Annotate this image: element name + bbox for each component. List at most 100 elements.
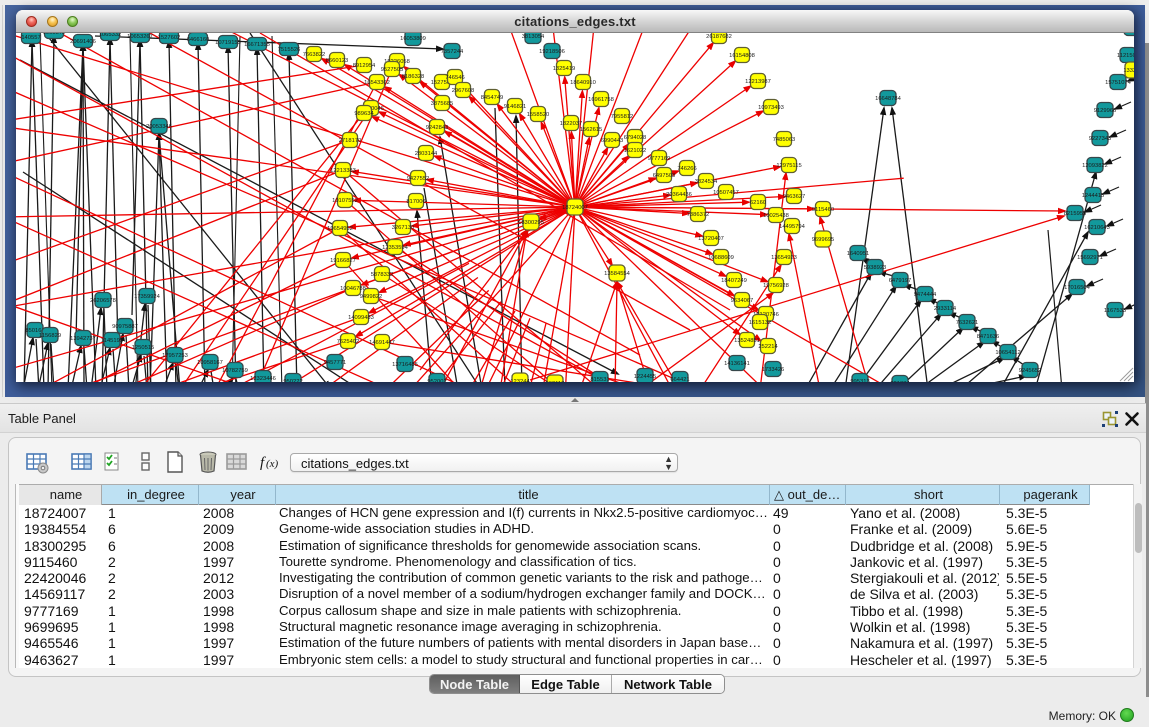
svg-text:10654112: 10654112: [995, 350, 1020, 356]
svg-text:1250515: 1250515: [132, 345, 155, 351]
svg-text:17016504: 17016504: [1064, 285, 1091, 291]
svg-text:12213383: 12213383: [330, 168, 356, 174]
svg-text:9129966: 9129966: [1094, 108, 1117, 114]
svg-text:15692971: 15692971: [1077, 255, 1103, 261]
svg-text:7357244: 7357244: [441, 49, 464, 55]
svg-text:14691447: 14691447: [369, 340, 395, 346]
svg-text:950222: 950222: [283, 379, 302, 382]
svg-text:13654923: 13654923: [771, 255, 797, 261]
svg-text:19654952: 19654952: [327, 226, 353, 232]
svg-text:6479197: 6479197: [889, 278, 912, 284]
svg-text:6990443: 6990443: [601, 138, 624, 144]
svg-text:2967608: 2967608: [452, 88, 475, 94]
svg-text:815531: 815531: [590, 377, 609, 382]
svg-text:10653267: 10653267: [127, 34, 153, 40]
svg-text:1145193: 1145193: [101, 338, 123, 344]
svg-text:1167533: 1167533: [1104, 308, 1126, 314]
svg-text:7485063: 7485063: [773, 137, 796, 143]
svg-text:18640910: 18640910: [570, 80, 596, 86]
svg-text:1325419: 1325419: [553, 66, 576, 72]
svg-text:12093822: 12093822: [1082, 163, 1108, 169]
svg-text:8660123: 8660123: [326, 58, 349, 64]
svg-text:9699695: 9699695: [812, 237, 835, 243]
svg-text:9777169: 9777169: [648, 156, 671, 162]
svg-text:10025438: 10025438: [763, 213, 789, 219]
svg-text:1562615: 1562615: [580, 127, 603, 133]
svg-text:221334: 221334: [890, 381, 910, 382]
svg-text:12323446: 12323446: [250, 376, 276, 382]
svg-text:18724007: 18724007: [562, 205, 588, 211]
svg-text:10958167: 10958167: [197, 360, 223, 366]
svg-text:1621022: 1621022: [624, 148, 647, 154]
svg-text:17359924: 17359924: [134, 294, 161, 300]
svg-text:6497508: 6497508: [653, 173, 676, 179]
svg-text:5938923: 5938923: [864, 265, 887, 271]
svg-text:13524851: 13524851: [734, 338, 760, 344]
svg-text:2718170: 2718170: [339, 138, 362, 144]
svg-text:14495794: 14495794: [779, 224, 806, 230]
svg-text:12353594: 12353594: [382, 245, 409, 251]
svg-text:9457771: 9457771: [324, 360, 347, 366]
svg-text:2933114: 2933114: [934, 306, 957, 312]
svg-text:3824534: 3824534: [695, 179, 718, 185]
svg-text:952002: 952002: [427, 379, 446, 382]
svg-text:13720407: 13720407: [698, 236, 724, 242]
svg-text:3875685: 3875685: [431, 101, 454, 107]
svg-text:16210643: 16210643: [1084, 225, 1110, 231]
svg-text:5878332: 5878332: [371, 272, 394, 278]
svg-text:9242843: 9242843: [426, 125, 449, 131]
svg-text:10046788: 10046788: [340, 286, 366, 292]
svg-text:2803144: 2803144: [415, 151, 438, 157]
svg-text:664421: 664421: [670, 377, 689, 382]
svg-text:1615132: 1615132: [749, 320, 772, 326]
svg-text:989634: 989634: [354, 111, 374, 117]
svg-text:8471636: 8471636: [977, 334, 1000, 340]
svg-text:20053346: 20053346: [146, 124, 172, 130]
svg-text:12975115: 12975115: [776, 163, 801, 169]
svg-text:14099483: 14099483: [348, 315, 374, 321]
svg-text:10973493: 10973493: [758, 105, 784, 111]
svg-text:19166827: 19166827: [330, 258, 356, 264]
svg-text:9634067: 9634067: [731, 298, 754, 304]
svg-text:9146821: 9146821: [504, 104, 527, 110]
svg-text:18300295: 18300295: [518, 220, 544, 226]
svg-text:9427552: 9427552: [407, 176, 430, 182]
svg-text:20691406: 20691406: [70, 39, 96, 45]
svg-text:13716485: 13716485: [392, 362, 418, 368]
svg-text:7632621: 7632621: [956, 320, 979, 326]
svg-text:13584554: 13584554: [604, 271, 631, 277]
svg-text:90975887: 90975887: [112, 324, 138, 330]
svg-text:1527602: 1527602: [158, 35, 181, 41]
svg-text:26206578: 26206578: [90, 298, 116, 304]
svg-text:10507457: 10507457: [713, 190, 739, 196]
svg-text:18407249: 18407249: [721, 278, 747, 284]
svg-text:995313: 995313: [850, 379, 869, 382]
svg-text:6794028: 6794028: [624, 135, 647, 141]
svg-text:16961758: 16961758: [588, 97, 614, 103]
svg-text:19756928: 19756928: [763, 283, 789, 289]
svg-text:8186328: 8186328: [402, 74, 425, 80]
svg-text:6466160: 6466160: [187, 37, 210, 43]
svg-text:123244: 123244: [510, 379, 530, 382]
svg-text:1224455: 1224455: [634, 374, 657, 380]
svg-text:(x): (x): [266, 458, 279, 470]
svg-text:1156829: 1156829: [39, 333, 61, 339]
svg-text:9115460: 9115460: [812, 207, 834, 213]
svg-text:10719155: 10719155: [215, 40, 241, 46]
svg-text:15751074: 15751074: [1105, 80, 1132, 86]
svg-text:16543362: 16543362: [364, 80, 390, 86]
svg-text:3267130: 3267130: [392, 225, 415, 231]
svg-text:1065332: 1065332: [99, 33, 122, 38]
svg-text:7515526: 7515526: [278, 47, 301, 53]
svg-text:16671355: 16671355: [244, 42, 270, 48]
svg-text:1733426: 1733426: [762, 367, 785, 373]
svg-text:662113: 662113: [546, 381, 565, 382]
svg-text:20364436: 20364436: [666, 192, 692, 198]
svg-text:133254: 133254: [1123, 68, 1134, 74]
svg-text:746266: 746266: [677, 166, 696, 172]
svg-text:19218506: 19218506: [539, 49, 565, 55]
svg-text:1244415: 1244415: [1082, 193, 1105, 199]
svg-text:8215955: 8215955: [1064, 211, 1087, 217]
svg-text:1640951: 1640951: [847, 251, 870, 257]
svg-text:14136141: 14136141: [724, 361, 750, 367]
